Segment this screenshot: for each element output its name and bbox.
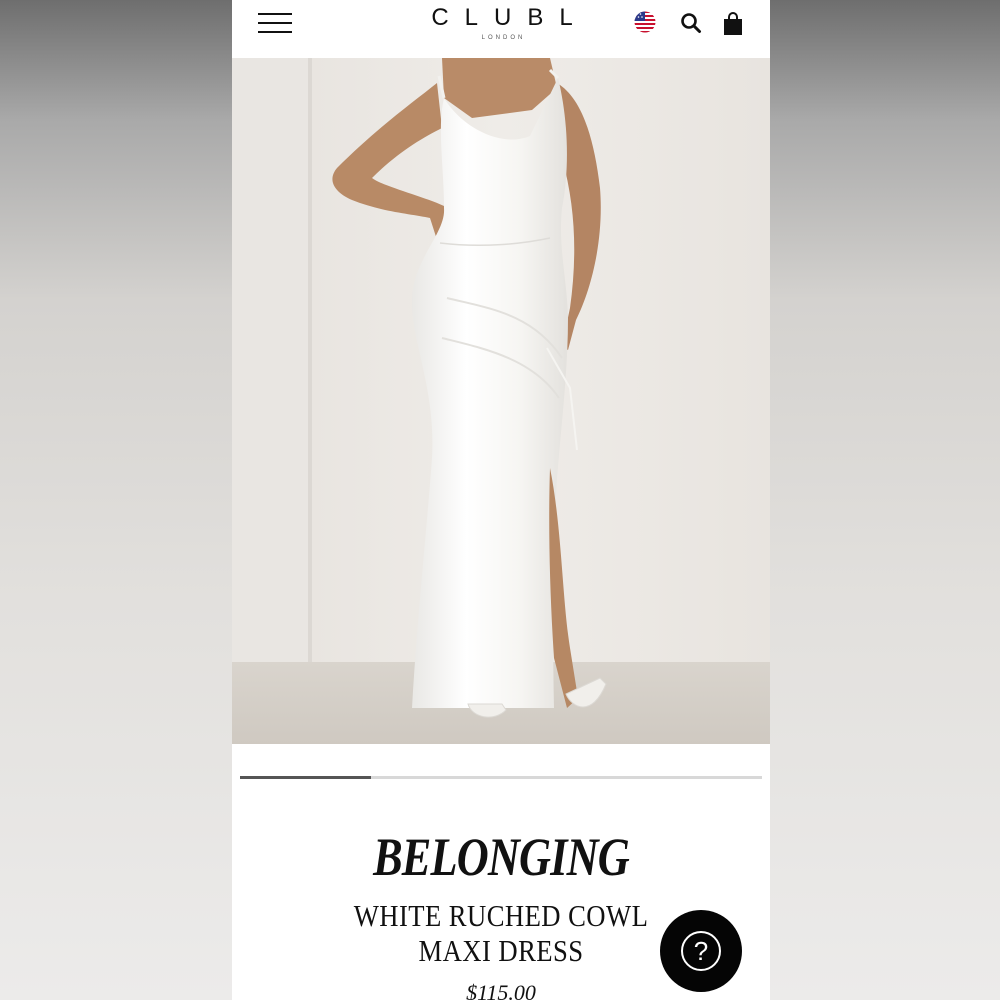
product-image[interactable] xyxy=(232,58,770,744)
help-question-icon: ? xyxy=(681,931,721,971)
site-logo[interactable]: CLUBL LONDON xyxy=(392,4,612,41)
logo-wordmark: CLUBL xyxy=(431,4,589,31)
search-icon[interactable] xyxy=(680,12,702,34)
product-name: WHITE RUCHED COWL MAXI DRESS xyxy=(353,898,649,968)
us-flag-icon[interactable] xyxy=(634,11,656,33)
logo-subtitle: LONDON xyxy=(481,35,526,41)
help-chat-button[interactable]: ? xyxy=(660,910,742,992)
product-page: CLUBL LONDON BELONGING WHITE RUCHED COWL… xyxy=(232,0,770,1000)
product-brand-title: BELONGING xyxy=(373,827,630,887)
shopping-bag-icon[interactable] xyxy=(722,12,744,36)
carousel-progress-fill xyxy=(240,776,371,779)
image-carousel-progress[interactable] xyxy=(240,776,762,779)
site-header: CLUBL LONDON xyxy=(232,0,770,58)
dress-photo xyxy=(232,58,770,744)
hamburger-menu-icon[interactable] xyxy=(258,10,294,38)
